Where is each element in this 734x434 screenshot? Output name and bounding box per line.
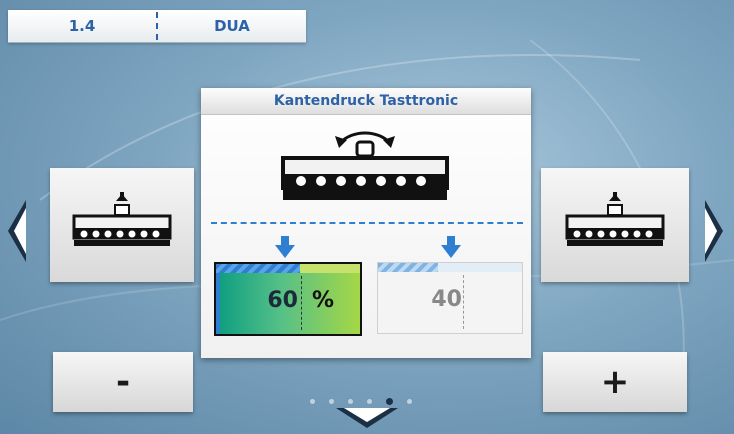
active-indicator	[216, 273, 220, 334]
chevron-down-icon[interactable]	[334, 404, 400, 430]
pressure-mode-right-tile[interactable]	[541, 168, 689, 282]
value-divider	[301, 276, 302, 330]
value-divider	[463, 275, 464, 329]
tilt-beam-icon	[281, 131, 449, 200]
edge-pressure-panel: Kantendruck Tasttronic 60 % 40	[201, 88, 531, 358]
pressure-mode-left-tile[interactable]	[50, 168, 194, 282]
pressure-value: 60	[267, 288, 298, 313]
increase-button[interactable]: +	[543, 352, 687, 412]
chevron-right-icon[interactable]	[703, 198, 725, 264]
pressure-value-secondary: 40	[431, 287, 462, 312]
value-bar	[378, 263, 439, 272]
page-dot	[407, 399, 412, 404]
pressure-unit: %	[312, 288, 335, 313]
arrow-down-icon	[275, 236, 295, 258]
panel-title: Kantendruck Tasttronic	[201, 88, 531, 115]
page-dot	[310, 399, 315, 404]
header-right-value: DUA	[214, 17, 250, 35]
value-bar	[216, 264, 300, 273]
pressure-value-field-active[interactable]: 60 %	[214, 262, 362, 336]
value-bar-remainder	[438, 263, 522, 272]
header-left-value: 1.4	[68, 17, 96, 35]
decrease-button[interactable]: -	[53, 352, 193, 412]
chevron-left-icon[interactable]	[6, 198, 28, 264]
header-bar: 1.4 DUA	[8, 10, 306, 43]
press-beam-icon	[72, 192, 172, 246]
arrow-down-icon	[441, 236, 461, 258]
press-beam-icon	[565, 192, 665, 246]
value-bar-remainder	[299, 264, 360, 273]
pressure-value-field-inactive[interactable]: 40	[377, 262, 523, 334]
panel-divider	[211, 222, 523, 224]
